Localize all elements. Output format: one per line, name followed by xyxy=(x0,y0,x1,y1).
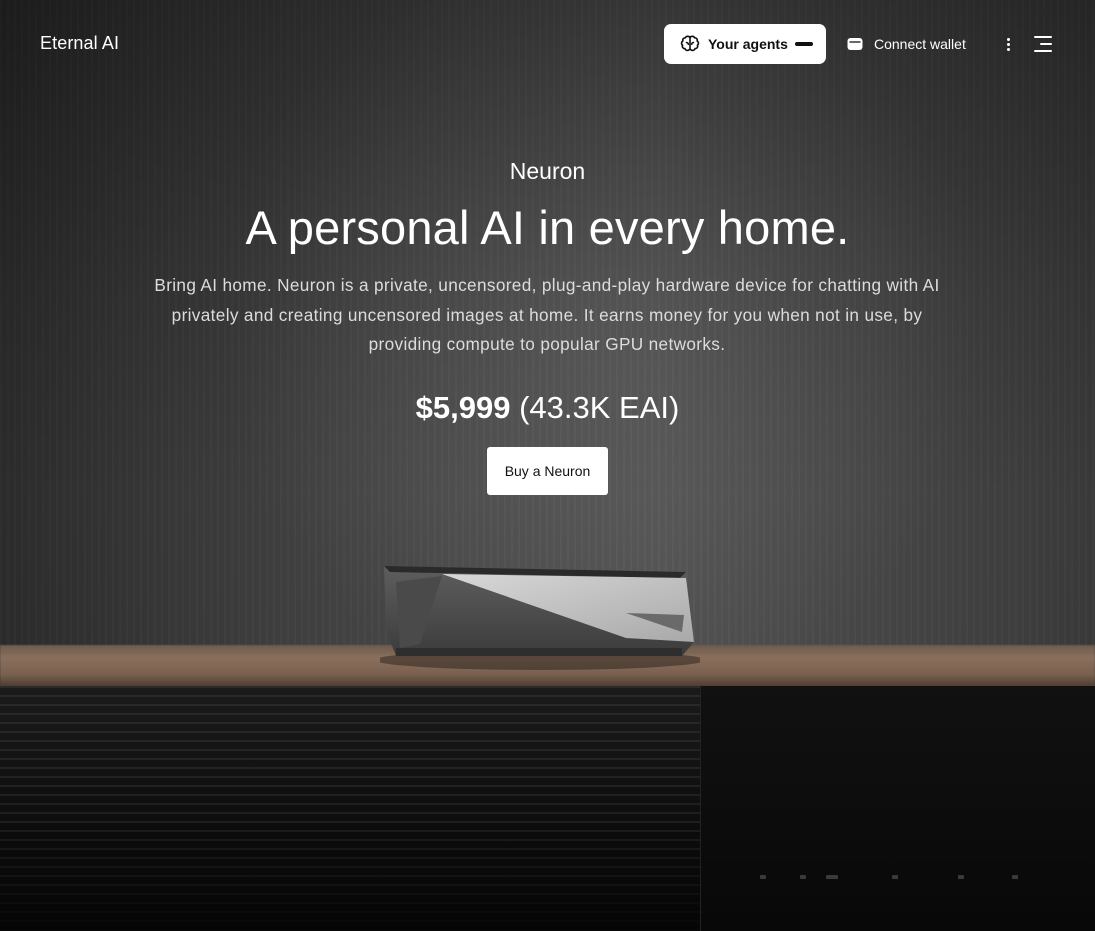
hamburger-menu-icon[interactable] xyxy=(1032,34,1054,54)
top-navigation: Eternal AI Your agents Connect wallet xyxy=(0,0,1095,88)
page-headline: A personal AI in every home. xyxy=(245,201,850,254)
more-options-icon[interactable] xyxy=(1000,34,1018,54)
your-agents-label: Your agents xyxy=(708,36,788,52)
price-usd: $5,999 xyxy=(415,390,511,425)
agents-indicator xyxy=(794,42,813,46)
wallet-icon xyxy=(846,35,864,53)
brain-icon xyxy=(679,33,701,55)
cabinet-right-panel xyxy=(700,686,1095,931)
product-price: $5,999 (43.3K EAI) xyxy=(0,390,1095,426)
brand-logo[interactable]: Eternal AI xyxy=(40,33,119,54)
price-token: (43.3K EAI) xyxy=(519,390,680,425)
neuron-device-image xyxy=(380,566,700,670)
product-description: Bring AI home. Neuron is a private, unce… xyxy=(154,275,940,354)
product-name: Neuron xyxy=(509,158,586,184)
your-agents-button[interactable]: Your agents xyxy=(664,24,826,64)
device-lights xyxy=(760,875,1030,883)
buy-neuron-button[interactable]: Buy a Neuron xyxy=(487,447,608,495)
connect-wallet-label: Connect wallet xyxy=(874,36,966,52)
cabinet-slats xyxy=(0,686,700,931)
connect-wallet-button[interactable]: Connect wallet xyxy=(846,32,966,56)
